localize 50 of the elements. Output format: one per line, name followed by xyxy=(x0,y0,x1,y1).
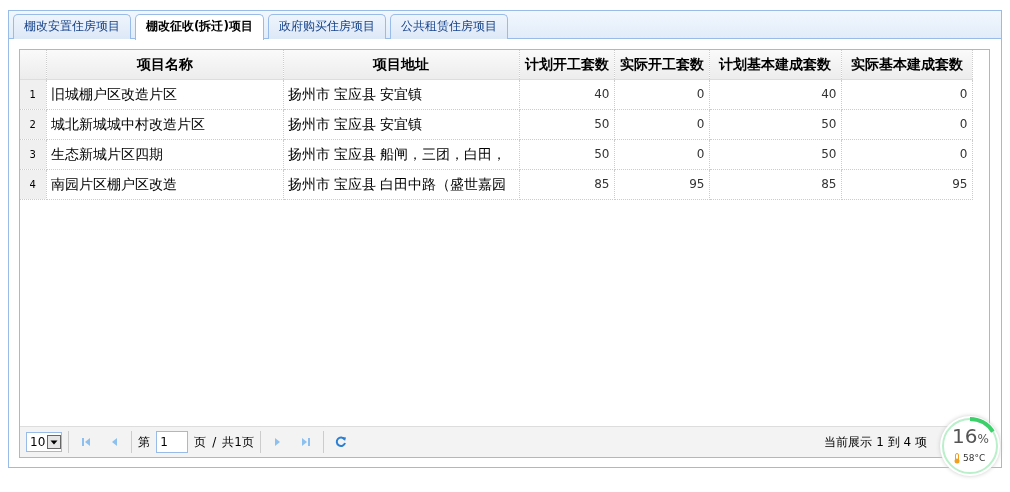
table-cell: 扬州市 宝应县 白田中路（盛世嘉园 xyxy=(283,169,519,199)
separator: / xyxy=(212,434,217,451)
page-field[interactable]: 1 xyxy=(156,431,189,453)
usage-percent: 16% xyxy=(952,426,989,446)
table-cell: 85 xyxy=(519,169,614,199)
table-cell: 南园片区棚户区改造 xyxy=(46,169,283,199)
table-cell: 0 xyxy=(614,139,709,169)
table-cell: 0 xyxy=(841,139,972,169)
page-label: 第 xyxy=(138,434,151,451)
column-header[interactable]: 计划基本建成套数 xyxy=(709,50,841,79)
table-cell: 城北新城城中村改造片区 xyxy=(46,109,283,139)
table-cell: 扬州市 宝应县 船闸，三团，白田， xyxy=(283,139,519,169)
page-info: 当前展示 1 到 4 项 xyxy=(824,434,927,451)
refresh-icon[interactable] xyxy=(333,435,348,449)
table-cell: 0 xyxy=(614,109,709,139)
column-header[interactable]: 实际基本建成套数 xyxy=(841,50,972,79)
table-cell: 40 xyxy=(709,79,841,109)
row-number: 4 xyxy=(20,169,46,199)
table-cell: 95 xyxy=(614,169,709,199)
table-cell: 50 xyxy=(519,109,614,139)
table-cell: 扬州市 宝应县 安宜镇 xyxy=(283,79,519,109)
table-cell: 旧城棚户区改造片区 xyxy=(46,79,283,109)
tab[interactable]: 棚改安置住房项目 xyxy=(13,14,131,39)
page-label: 页 xyxy=(194,434,207,451)
row-number: 2 xyxy=(20,109,46,139)
table-cell: 85 xyxy=(709,169,841,199)
tab[interactable]: 棚改征收(拆迁)项目 xyxy=(135,14,264,40)
page-size-select[interactable]: 10 xyxy=(26,432,63,452)
column-header[interactable]: 项目名称 xyxy=(46,50,283,79)
tab[interactable]: 公共租赁住房项目 xyxy=(389,14,508,39)
table-cell: 50 xyxy=(519,139,614,169)
tab[interactable]: 政府购买住房项目 xyxy=(267,14,386,39)
table-cell: 40 xyxy=(519,79,614,109)
table-cell: 50 xyxy=(709,109,841,139)
table-cell: 0 xyxy=(841,79,972,109)
total-pages: 共1页 xyxy=(222,434,254,451)
row-number: 3 xyxy=(20,139,46,169)
column-header[interactable]: 计划开工套数 xyxy=(519,50,614,79)
row-number: 1 xyxy=(20,79,46,109)
column-header[interactable]: 项目地址 xyxy=(283,50,519,79)
table-cell: 扬州市 宝应县 安宜镇 xyxy=(283,109,519,139)
table-cell: 生态新城片区四期 xyxy=(46,139,283,169)
table-cell: 0 xyxy=(614,79,709,109)
dropdown-icon xyxy=(47,435,62,449)
table-cell: 95 xyxy=(841,169,972,199)
table-cell: 50 xyxy=(709,139,841,169)
table-cell: 0 xyxy=(841,109,972,139)
thermometer-icon xyxy=(954,453,960,465)
temperature: 58°C xyxy=(963,452,986,465)
column-header[interactable]: 实际开工套数 xyxy=(614,50,709,79)
